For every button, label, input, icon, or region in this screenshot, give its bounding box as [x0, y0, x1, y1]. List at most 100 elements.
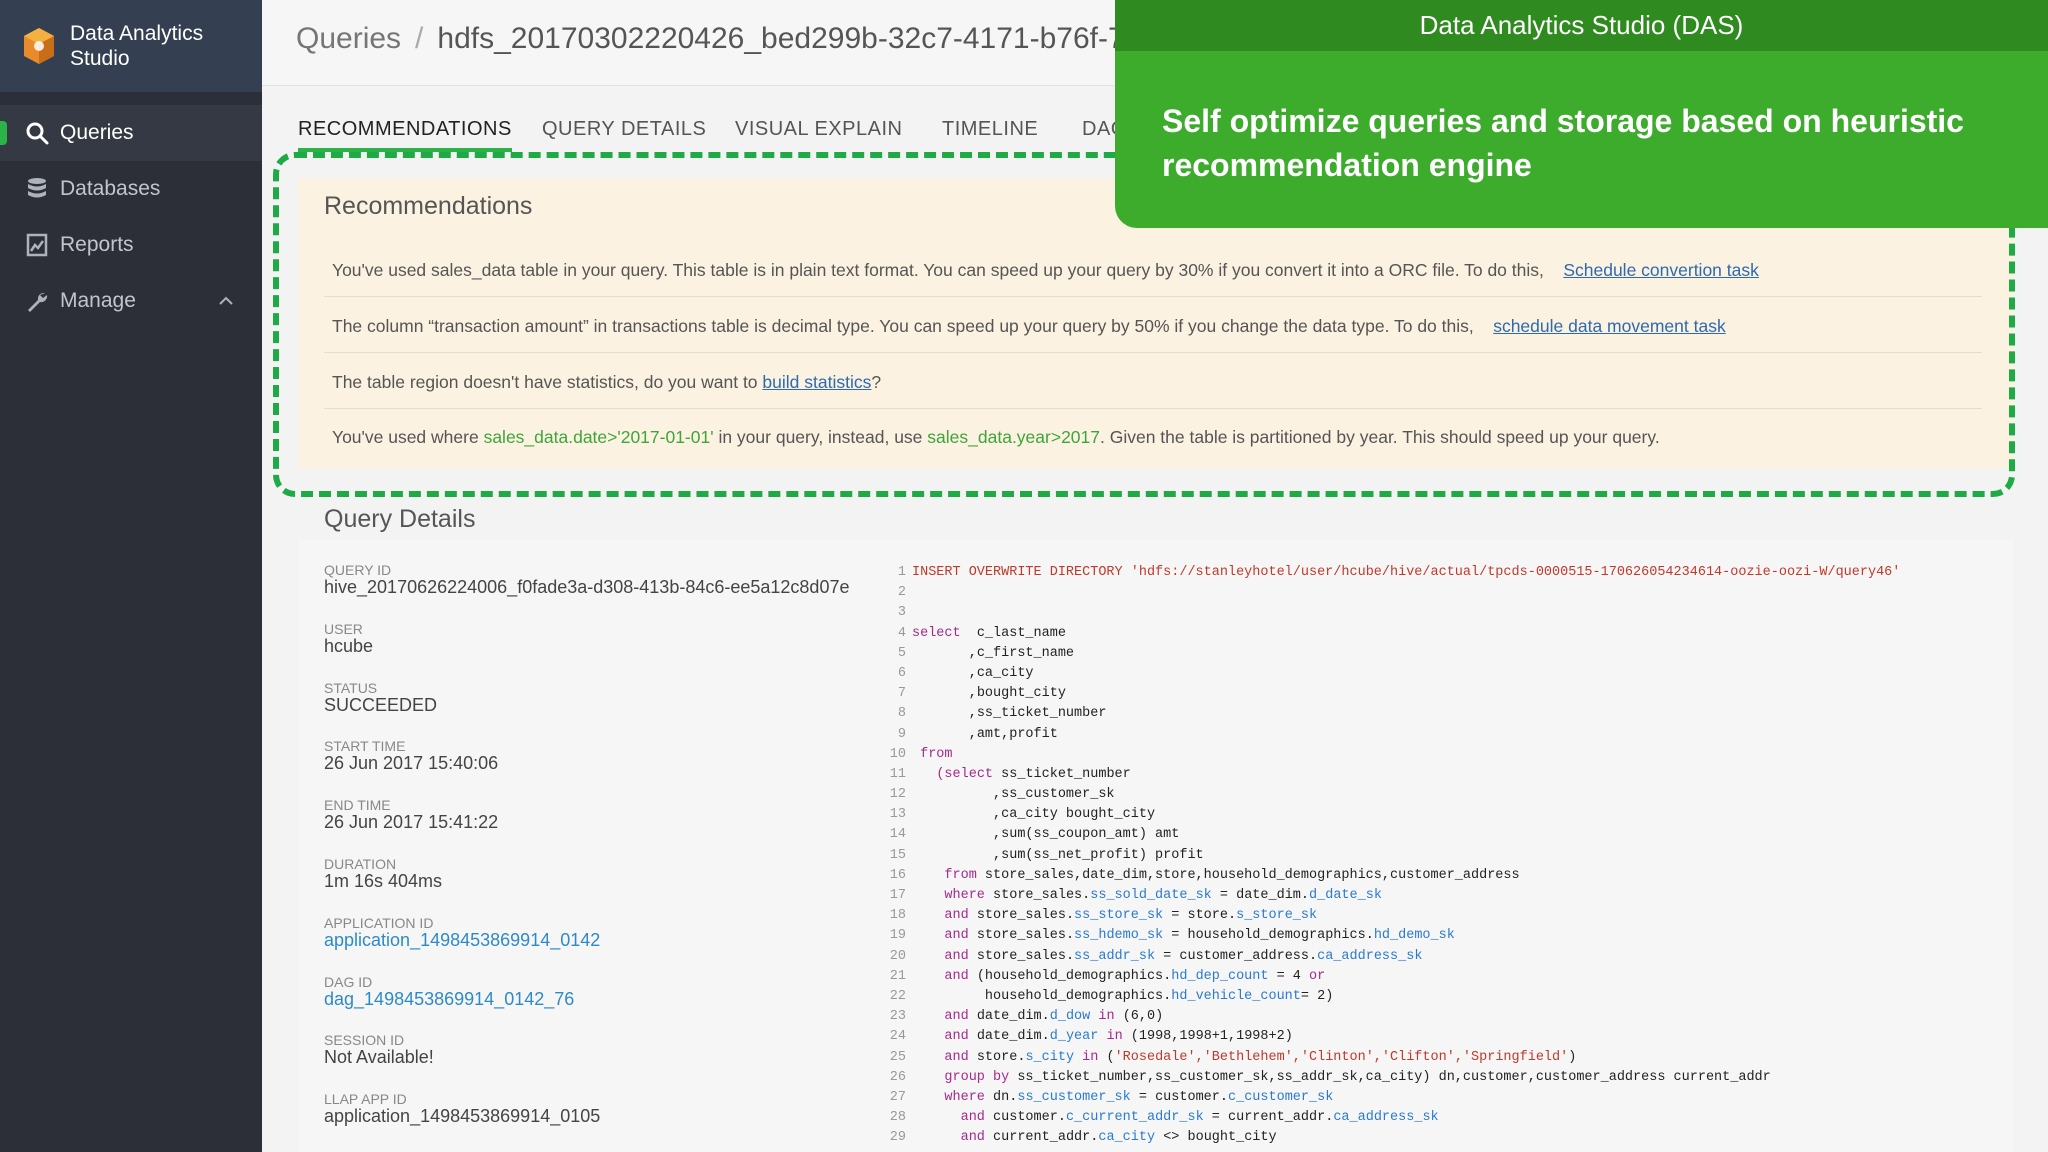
meta-value: hcube — [324, 635, 374, 656]
code-text: household_demographics. — [984, 988, 1172, 1004]
code-line: ,c_first_name — [912, 644, 1900, 664]
code-text: ss_ticket_number,ss_customer_sk,ss_addr_… — [1017, 1069, 1771, 1085]
line-number: 20 — [889, 948, 906, 964]
line-number: 5 — [897, 645, 906, 661]
code-text: = 2) — [1300, 988, 1334, 1004]
code-line: and store_sales.ss_store_sk = store.s_st… — [944, 908, 1318, 924]
line-number: 14 — [889, 827, 906, 843]
code-text: = 4 — [1276, 968, 1301, 984]
code-keyword: in — [1098, 1009, 1115, 1025]
breadcrumb-current: hdfs_20170302220426_bed299b-32c7-4171-b7… — [437, 22, 1125, 55]
meta-llap-app-id: LLAP APP ID application_1498453869914_010… — [324, 1092, 864, 1151]
code-line: ,ca_city bought_city — [912, 805, 1900, 825]
line-number: 9 — [897, 726, 906, 742]
tab-recommendations[interactable]: RECOMMENDATIONS — [298, 118, 512, 152]
meta-start-time: START TIME 26 Jun 2017 15:40:06 — [324, 739, 864, 798]
code-line: ,amt,profit — [912, 725, 1900, 745]
code-text: current_addr. — [1228, 1110, 1334, 1126]
code-text: store_sales. — [993, 888, 1091, 903]
brand[interactable]: Data Analytics Studio — [0, 0, 262, 92]
code-line: ,bought_city — [912, 684, 1900, 704]
code-field: ca_address_sk — [1333, 1110, 1439, 1126]
sidebar-item-manage[interactable]: Manage — [0, 273, 262, 329]
sidebar-item-databases[interactable]: Databases — [0, 161, 262, 217]
code-text: store_sales. — [976, 948, 1075, 964]
meta-value: 1m 16s 404ms — [324, 870, 443, 891]
tab-query-details[interactable]: QUERY DETAILS — [542, 118, 706, 141]
code-text: ,sum(ss_coupon_amt) amt — [993, 827, 1180, 843]
code-field: hd_dep_count — [1171, 968, 1269, 984]
tab-bar: RECOMMENDATIONS QUERY DETAILS VISUAL EXP… — [262, 106, 1262, 152]
code-text: ,amt,profit — [968, 726, 1058, 742]
code-line: ,sum(ss_net_profit) profit — [912, 846, 1900, 866]
application-id-link[interactable]: application_1498453869914_0142 — [324, 930, 864, 950]
meta-value: 26 Jun 2017 15:40:06 — [324, 753, 499, 774]
code-keyword: from — [920, 746, 953, 762]
line-number: 28 — [889, 1110, 906, 1126]
code-field: d_date_sk — [1309, 888, 1382, 903]
code-field: ca_address_sk — [1317, 948, 1423, 964]
code-text: ,ss_ticket_number — [968, 706, 1107, 722]
meta-label: DAG ID — [324, 973, 373, 990]
code-lines: INSERT OVERWRITE DIRECTORY 'hdfs://stanl… — [912, 563, 1900, 1148]
code-text: ,c_first_name — [968, 645, 1075, 661]
sidebar: Data Analytics Studio Queries Databases … — [0, 0, 262, 1152]
code-text: current_addr. — [993, 1130, 1099, 1146]
sidebar-item-reports[interactable]: Reports — [0, 217, 262, 273]
code-keyword: from — [944, 867, 977, 883]
code-line: and date_dim.d_year in (1998,1998+1,1998… — [912, 1027, 1900, 1047]
meta-value: Not Available! — [324, 1047, 434, 1068]
code-field: hd_vehicle_count — [1171, 988, 1301, 1004]
meta-session-id: SESSION ID Not Available! — [324, 1033, 864, 1092]
line-number: 15 — [889, 847, 906, 863]
tab-visual-explain[interactable]: VISUAL EXPLAIN — [735, 118, 902, 141]
line-number: 11 — [889, 766, 906, 782]
code-text: store. — [976, 1049, 1026, 1065]
code-text: c_last_name — [976, 625, 1066, 641]
line-number: 29 — [889, 1130, 906, 1146]
breadcrumb-root[interactable]: Queries — [296, 22, 401, 55]
line-number: 19 — [889, 928, 906, 944]
line-number: 26 — [889, 1069, 906, 1085]
code-keyword: and — [944, 908, 969, 924]
code-keyword: group by — [944, 1069, 1010, 1085]
sidebar-item-queries[interactable]: Queries — [0, 105, 262, 161]
code-line: ,ca_city — [912, 664, 1900, 684]
code-keyword: and — [944, 1029, 969, 1045]
meta-label: LLAP APP ID — [324, 1091, 407, 1108]
meta-label: USER — [324, 620, 363, 637]
meta-label: STATUS — [324, 679, 378, 696]
line-number: 6 — [897, 665, 906, 681]
code-line: (select ss_ticket_number — [912, 765, 1900, 785]
code-keyword: in — [1082, 1049, 1099, 1065]
code-text: customer. — [1155, 1089, 1228, 1105]
line-number: 1 — [897, 565, 906, 580]
line-number: 4 — [897, 625, 906, 641]
dag-id-link[interactable]: dag_1498453869914_0142_76 — [324, 989, 864, 1009]
code-text: date_dim. — [976, 1029, 1050, 1045]
sidebar-item-label: Databases — [60, 177, 161, 200]
code-text: household_demographics. — [1187, 928, 1374, 944]
code-keyword: where — [944, 888, 985, 903]
callout-title: Data Analytics Studio (DAS) — [1115, 0, 2048, 51]
code-line: select c_last_name — [912, 624, 1900, 644]
line-number: 7 — [897, 686, 906, 702]
tab-timeline[interactable]: TIMELINE — [942, 118, 1038, 141]
meta-duration: DURATION 1m 16s 404ms — [324, 857, 864, 916]
line-number: 22 — [889, 988, 906, 1004]
code-line: and date_dim.d_dow in (6,0) — [912, 1007, 1900, 1027]
code-string: 'hdfs://stanleyhotel/user/hcube/hive/act… — [1130, 565, 1901, 580]
code-keyword: and — [944, 1009, 969, 1025]
line-number: 16 — [889, 867, 906, 883]
query-code-editor[interactable]: 1 2 3 4 5 6 7 8 9 10 11 12 13 14 15 16 1… — [880, 563, 2014, 1152]
breadcrumb: Queries / hdfs_20170302220426_bed299b-32c7… — [296, 22, 1125, 56]
code-field: d_dow — [1049, 1009, 1091, 1025]
code-text: date_dim. — [976, 1009, 1050, 1025]
code-text: ,ss_customer_sk — [993, 787, 1115, 803]
chevron-up-icon[interactable] — [216, 291, 236, 311]
code-line: ,sum(ss_coupon_amt) amt — [912, 825, 1900, 845]
code-keyword: INSERT OVERWRITE DIRECTORY — [912, 565, 1123, 580]
line-number: 10 — [889, 746, 906, 762]
line-number: 18 — [889, 908, 906, 924]
